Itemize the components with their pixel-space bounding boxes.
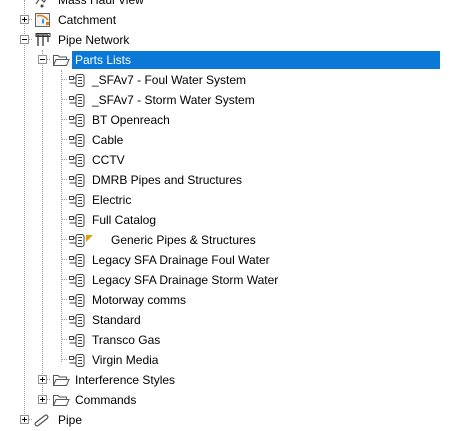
tree-item-label: Mass Haul View bbox=[58, 0, 144, 7]
parts-list-icon bbox=[68, 152, 86, 168]
tree-item-interference-styles[interactable]: Interference Styles bbox=[0, 370, 472, 390]
expand-toggle[interactable] bbox=[38, 395, 47, 404]
tree-item-parts-list[interactable]: Cable bbox=[0, 130, 472, 150]
parts-list-icon bbox=[68, 352, 86, 368]
folder-open-icon bbox=[52, 392, 70, 408]
tree-item-label: Virgin Media bbox=[92, 353, 159, 367]
parts-list-icon bbox=[68, 292, 86, 308]
parts-list-icon bbox=[68, 332, 86, 348]
tree-item-parts-list[interactable]: Generic Pipes & Structures bbox=[0, 230, 472, 250]
parts-list-icon bbox=[68, 272, 86, 288]
tree-item-catchment[interactable]: Catchment bbox=[0, 10, 472, 30]
expand-toggle[interactable] bbox=[20, 415, 29, 424]
tree-item-parts-list[interactable]: Full Catalog bbox=[0, 210, 472, 230]
expand-toggle[interactable] bbox=[38, 375, 47, 384]
tree-item-label: CCTV bbox=[92, 153, 125, 167]
tree-item-commands[interactable]: Commands bbox=[0, 390, 472, 410]
tree-item-mass-haul-view[interactable]: Mass Haul View bbox=[0, 0, 472, 10]
tree-item-parts-list[interactable]: _SFAv7 - Storm Water System bbox=[0, 90, 472, 110]
tree-item-parts-list[interactable]: DMRB Pipes and Structures bbox=[0, 170, 472, 190]
pipe-icon bbox=[34, 412, 52, 428]
tree-item-label: Electric bbox=[92, 193, 132, 207]
tree-item-label: BT Openreach bbox=[92, 113, 170, 127]
tree-item-parts-list[interactable]: Motorway comms bbox=[0, 290, 472, 310]
tree-item-label: Transco Gas bbox=[92, 333, 161, 347]
pipe-network-icon bbox=[34, 32, 52, 48]
folder-open-icon bbox=[52, 52, 70, 68]
tree-item-parts-list[interactable]: Virgin Media bbox=[0, 350, 472, 370]
tree-item-parts-list[interactable]: Electric bbox=[0, 190, 472, 210]
tree-item-parts-list[interactable]: BT Openreach bbox=[0, 110, 472, 130]
tree-item-pipe-network[interactable]: Pipe Network bbox=[0, 30, 472, 50]
tree-item-label: Full Catalog bbox=[92, 213, 157, 227]
parts-list-icon bbox=[68, 252, 86, 268]
mass-haul-icon bbox=[34, 0, 52, 8]
tree-item-label: Standard bbox=[92, 313, 141, 327]
tree-item-parts-list[interactable]: Transco Gas bbox=[0, 330, 472, 350]
tree-item-label: _SFAv7 - Foul Water System bbox=[92, 73, 247, 87]
tree-item-label: _SFAv7 - Storm Water System bbox=[92, 93, 255, 107]
parts-list-icon bbox=[68, 92, 86, 108]
tree-item-parts-list[interactable]: Legacy SFA Drainage Foul Water bbox=[0, 250, 472, 270]
parts-list-icon bbox=[68, 232, 86, 248]
parts-list-icon bbox=[68, 212, 86, 228]
tree-item-label: Catchment bbox=[58, 13, 117, 27]
tree-item-parts-lists[interactable]: Parts Lists bbox=[0, 50, 472, 70]
parts-list-icon bbox=[68, 172, 86, 188]
parts-list-icon bbox=[68, 312, 86, 328]
catchment-icon bbox=[34, 12, 52, 28]
tree-item-label: Commands bbox=[75, 393, 137, 407]
parts-list-icon bbox=[68, 132, 86, 148]
parts-list-icon bbox=[68, 72, 86, 88]
tree-item-pipe[interactable]: Pipe bbox=[0, 410, 472, 430]
tree-item-label: Pipe Network bbox=[58, 33, 130, 47]
parts-list-icon bbox=[68, 192, 86, 208]
expand-toggle[interactable] bbox=[20, 15, 29, 24]
tree-item-parts-list[interactable]: Standard bbox=[0, 310, 472, 330]
tree-item-label-selected: Parts Lists bbox=[72, 51, 440, 69]
default-marker-icon bbox=[86, 232, 94, 246]
tree-item-parts-list[interactable]: _SFAv7 - Foul Water System bbox=[0, 70, 472, 90]
tree-item-label: Interference Styles bbox=[75, 373, 176, 387]
tree-item-parts-list[interactable]: CCTV bbox=[0, 150, 472, 170]
tree-item-label: DMRB Pipes and Structures bbox=[92, 173, 243, 187]
tree-item-label: Cable bbox=[92, 133, 124, 147]
tree-item-parts-list[interactable]: Legacy SFA Drainage Storm Water bbox=[0, 270, 472, 290]
folder-open-icon bbox=[52, 372, 70, 388]
collapse-toggle[interactable] bbox=[20, 35, 29, 44]
tree-item-label: Motorway comms bbox=[92, 293, 187, 307]
tree-item-label: Generic Pipes & Structures bbox=[111, 233, 256, 247]
pipe-network-tree-view[interactable]: Mass Haul View Catchment Pipe Network Pa… bbox=[0, 0, 472, 428]
tree-item-label: Pipe bbox=[58, 413, 83, 427]
tree-item-label: Legacy SFA Drainage Storm Water bbox=[92, 273, 279, 287]
parts-list-icon bbox=[68, 112, 86, 128]
tree-item-label: Legacy SFA Drainage Foul Water bbox=[92, 253, 270, 267]
collapse-toggle[interactable] bbox=[38, 55, 47, 64]
